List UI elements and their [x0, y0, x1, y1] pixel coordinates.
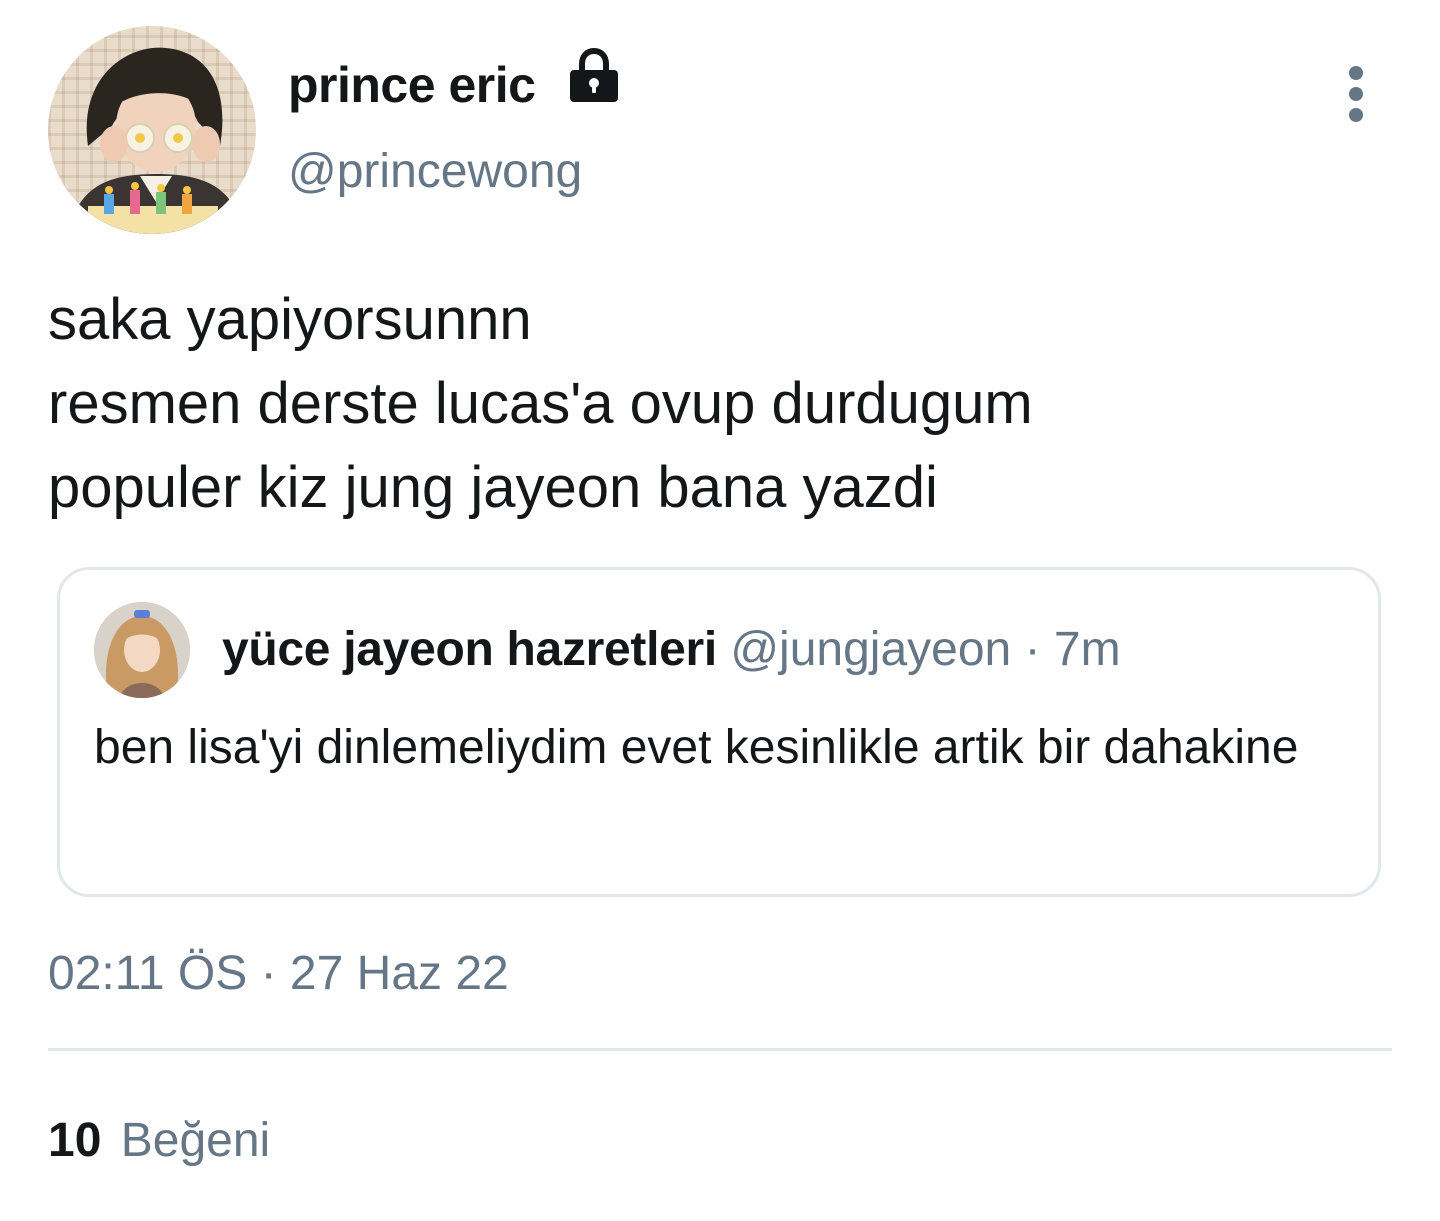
- author-avatar[interactable]: [48, 26, 256, 234]
- quoted-time: 7m: [1053, 623, 1121, 676]
- author-handle[interactable]: @princewong: [288, 143, 582, 201]
- more-dot: [1349, 87, 1363, 101]
- tweet-text-line: saka yapiyorsunnn: [48, 287, 532, 352]
- tweet-text-line: resmen derste lucas'a ovup durdugum: [48, 371, 1033, 436]
- tweet-text-line: populer kiz jung jayeon bana yazdi: [48, 455, 938, 520]
- quoted-separator: ·: [1024, 623, 1041, 676]
- more-dot: [1349, 108, 1363, 122]
- quoted-author-handle: @jungjayeon: [730, 623, 1012, 676]
- author-display-name[interactable]: prince eric: [288, 56, 536, 114]
- more-dot: [1349, 66, 1363, 80]
- quoted-tweet-header: yüce jayeon hazretleri @jungjayeon · 7m: [222, 620, 1121, 680]
- tweet-timestamp[interactable]: 02:11 ÖS · 27 Haz 22: [48, 944, 509, 1004]
- likes-count: 10: [48, 1114, 102, 1167]
- more-options-icon[interactable]: [1330, 62, 1382, 126]
- likes-label: Beğeni: [120, 1114, 271, 1167]
- quoted-tweet-text: ben lisa'yi dinlemeliydim evet kesinlikl…: [94, 721, 1299, 774]
- tweet-text: saka yapiyorsunnn resmen derste lucas'a …: [48, 278, 1388, 530]
- tweet-detail: prince eric @princewong saka yapiyorsunn…: [0, 0, 1440, 1221]
- likes-stat[interactable]: 10 Beğeni: [48, 1111, 270, 1171]
- divider: [48, 1048, 1392, 1051]
- timestamp-date: 27 Haz 22: [289, 947, 509, 1000]
- timestamp-separator: ·: [260, 947, 277, 1000]
- quoted-author-avatar[interactable]: [94, 602, 190, 698]
- timestamp-time: 02:11 ÖS: [48, 947, 248, 1000]
- quoted-author-name: yüce jayeon hazretleri: [222, 623, 717, 676]
- lock-icon: [567, 47, 621, 104]
- quoted-tweet[interactable]: yüce jayeon hazretleri @jungjayeon · 7m …: [57, 567, 1381, 897]
